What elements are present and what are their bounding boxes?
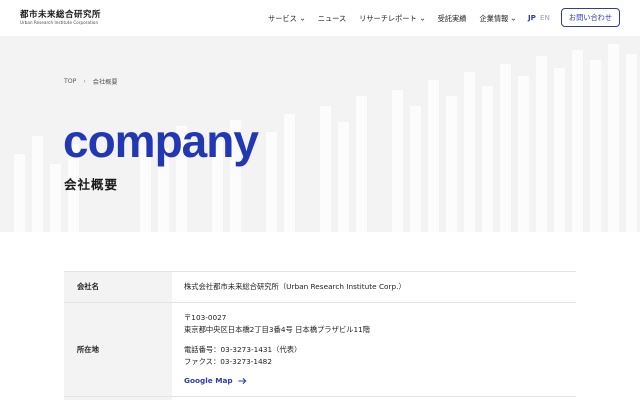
nav-item-research-reports[interactable]: リサーチレポート (359, 14, 425, 24)
page-title: company (63, 115, 259, 167)
phone-number: 電話番号：03-3273-1431（代表） (184, 345, 302, 354)
site-logo[interactable]: 都市未来総合研究所 Urban Research Institute Corpo… (20, 10, 101, 26)
google-map-link-label: Google Map (184, 376, 233, 385)
lang-en-link[interactable]: EN (540, 13, 550, 22)
postal-code: 〒103-0027 (184, 313, 227, 322)
nav-item-services[interactable]: サービス (268, 14, 305, 24)
chevron-down-icon (511, 18, 516, 21)
google-map-link[interactable]: Google Map (184, 375, 576, 387)
nav-item-company-info[interactable]: 企業情報 (479, 14, 516, 24)
main-nav: サービス ニュース リサーチレポート 受託実績 企業情報 (268, 13, 516, 25)
page-subtitle: 会社概要 (64, 177, 119, 192)
nav-item-label: ニュース (317, 14, 347, 23)
nav-item-track-record[interactable]: 受託実績 (438, 14, 467, 24)
logo-sub-text: Urban Research Institute Corporation (20, 20, 99, 25)
breadcrumb-home-link[interactable]: TOP (64, 78, 76, 85)
nav-item-news[interactable]: ニュース (318, 14, 346, 24)
lang-jp-link[interactable]: JP (528, 13, 536, 22)
fax-number: ファクス：03-3273-1482 (184, 357, 272, 366)
breadcrumb-current: 会社概要 (92, 79, 118, 86)
row-label-address: 所在地 (64, 303, 172, 396)
chevron-down-icon (420, 18, 424, 21)
row-value-company-name: 株式会社都市未来総合研究所（Urban Research Institute C… (184, 282, 406, 291)
row-label-company-name: 会社名 (64, 272, 172, 302)
contact-button[interactable]: お問い合わせ (561, 8, 620, 27)
street-address: 東京都中央区日本橋2丁目3番4号 日本橋プラザビル11階 (184, 325, 371, 334)
table-row: 所在地 〒103-0027 東京都中央区日本橋2丁目3番4号 日本橋プラザビル1… (64, 303, 576, 397)
chevron-down-icon (300, 18, 304, 21)
site-header: 都市未来総合研究所 Urban Research Institute Corpo… (0, 0, 640, 36)
breadcrumb: TOP › 会社概要 (64, 77, 118, 86)
breadcrumb-separator-icon: › (83, 78, 86, 85)
contact-numbers: 電話番号：03-3273-1431（代表） ファクス：03-3273-1482 (184, 344, 576, 368)
company-overview-table: 会社名 株式会社都市未来総合研究所（Urban Research Institu… (64, 271, 576, 400)
nav-item-label: サービス (268, 14, 297, 23)
arrow-right-icon (238, 377, 247, 385)
logo-main-text: 都市未来総合研究所 (20, 10, 102, 20)
nav-item-label: リサーチレポート (359, 14, 417, 23)
language-switcher: JP EN (528, 13, 550, 22)
row-value-address: 〒103-0027 東京都中央区日本橋2丁目3番4号 日本橋プラザビル11階 電… (172, 303, 576, 396)
nav-item-label: 受託実績 (437, 14, 467, 23)
table-row: 会社名 株式会社都市未来総合研究所（Urban Research Institu… (64, 272, 576, 303)
nav-item-label: 企業情報 (479, 14, 509, 23)
